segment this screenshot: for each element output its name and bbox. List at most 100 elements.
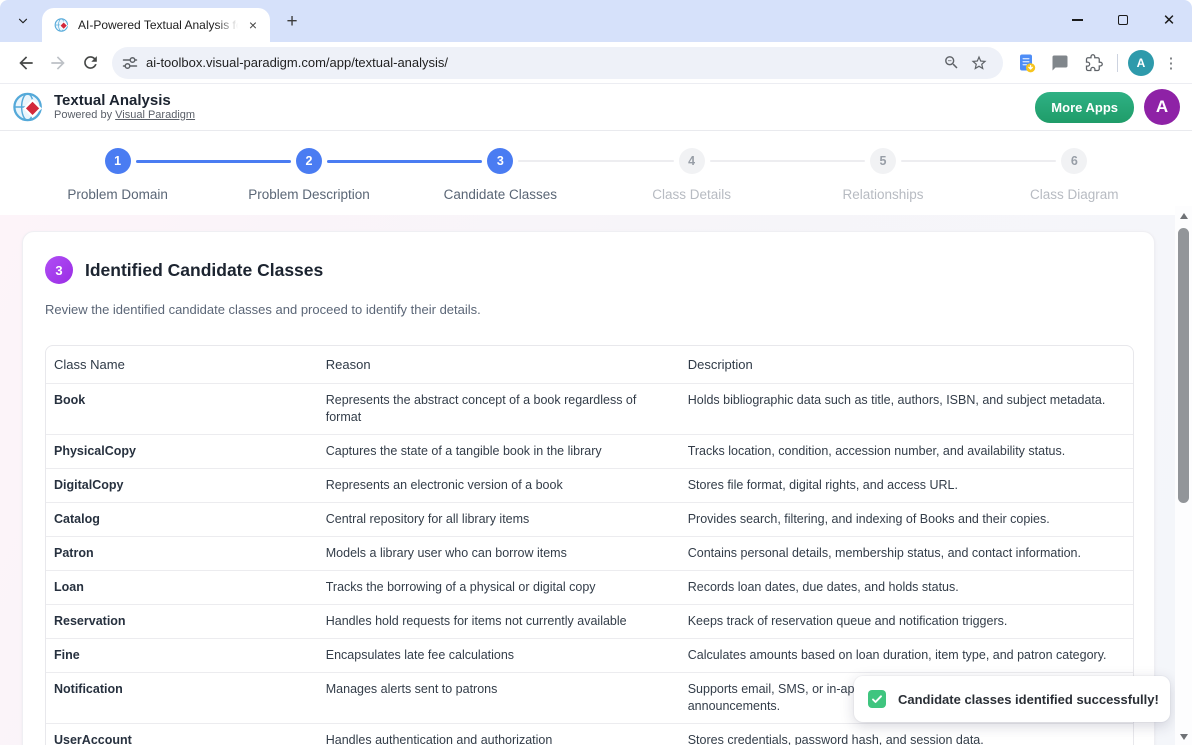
step-relationships[interactable]: 5 Relationships [787,148,978,202]
cell-class-name: Notification [46,673,318,724]
browser-menu-button[interactable]: ⋮ [1158,49,1184,77]
table-row: BookRepresents the abstract concept of a… [46,384,1133,435]
scroll-down-arrow[interactable] [1180,734,1188,740]
url-bar[interactable]: ai-toolbox.visual-paradigm.com/app/textu… [112,47,1003,79]
stepper-section: 1Problem Domain2Problem Description 3 Cand… [0,131,1192,215]
cell-description: Stores credentials, password hash, and s… [680,724,1133,745]
toast-message: Candidate classes identified successfull… [898,692,1159,707]
browser-tab[interactable]: AI-Powered Textual Analysis for × [42,8,270,42]
more-apps-button[interactable]: More Apps [1035,92,1134,123]
cell-reason: Handles hold requests for items not curr… [318,605,680,639]
cell-class-name: Book [46,384,318,435]
minimize-icon [1072,19,1083,20]
docs-extension-button[interactable] [1011,48,1041,78]
table-row: FineEncapsulates late fee calculationsCa… [46,639,1133,673]
column-header-class-name: Class Name [46,346,318,384]
cell-description: Calculates amounts based on loan duratio… [680,639,1133,673]
cell-class-name: UserAccount [46,724,318,745]
browser-toolbar: ai-toolbox.visual-paradigm.com/app/textu… [0,42,1192,84]
user-avatar[interactable]: A [1144,89,1180,125]
cell-reason: Represents an electronic version of a bo… [318,469,680,503]
visual-paradigm-logo-icon [12,90,46,124]
cell-reason: Encapsulates late fee calculations [318,639,680,673]
bookmark-star-button[interactable] [965,49,993,77]
window-close-button[interactable]: ✕ [1146,0,1192,40]
table-row: PatronModels a library user who can borr… [46,537,1133,571]
cell-description: Holds bibliographic data such as title, … [680,384,1133,435]
cell-class-name: PhysicalCopy [46,435,318,469]
tab-close-icon[interactable]: × [244,16,262,34]
extensions-button[interactable] [1079,48,1109,78]
star-icon [970,54,988,72]
back-arrow-icon [16,53,36,73]
cell-class-name: Patron [46,537,318,571]
cell-reason: Models a library user who can borrow ite… [318,537,680,571]
table-row: UserAccountHandles authentication and au… [46,724,1133,745]
site-favicon-icon [54,17,70,33]
cell-description: Tracks location, condition, accession nu… [680,435,1133,469]
scrollbar-thumb[interactable] [1178,228,1189,503]
column-header-description: Description [680,346,1133,384]
cell-reason: Captures the state of a tangible book in… [318,435,680,469]
cell-class-name: Reservation [46,605,318,639]
cell-reason: Tracks the borrowing of a physical or di… [318,571,680,605]
site-settings-icon[interactable] [122,55,138,71]
page-title: Identified Candidate Classes [85,260,323,281]
app-title: Textual Analysis [54,92,195,109]
step-label: Candidate Classes [444,187,557,202]
cell-class-name: Catalog [46,503,318,537]
new-tab-button[interactable]: + [278,8,306,36]
step-circle: 4 [679,148,705,174]
step-circle: 6 [1061,148,1087,174]
tab-title: AI-Powered Textual Analysis for [78,18,238,32]
step-problem-description[interactable]: 2Problem Description [213,148,404,202]
step-class-diagram[interactable]: 6 Class Diagram [979,148,1170,202]
window-maximize-button[interactable] [1100,0,1146,40]
reload-button[interactable] [74,47,106,79]
step-candidate-classes[interactable]: 3 Candidate Classes [405,148,596,202]
cell-description: Stores file format, digital rights, and … [680,469,1133,503]
step-circle: 5 [870,148,896,174]
table-row: DigitalCopyRepresents an electronic vers… [46,469,1133,503]
forward-button[interactable] [42,47,74,79]
step-circle: 2 [296,148,322,174]
step-label: Relationships [842,187,923,202]
back-button[interactable] [10,47,42,79]
table-row: LoanTracks the borrowing of a physical o… [46,571,1133,605]
cell-reason: Represents the abstract concept of a boo… [318,384,680,435]
app-titles: Textual Analysis Powered by Visual Parad… [54,92,195,122]
cell-reason: Central repository for all library items [318,503,680,537]
table-row: CatalogCentral repository for all librar… [46,503,1133,537]
comment-button[interactable] [1045,48,1075,78]
table-header-row: Class Name Reason Description [46,346,1133,384]
cell-description: Provides search, filtering, and indexing… [680,503,1133,537]
success-toast: Candidate classes identified successfull… [854,676,1170,722]
scroll-up-arrow[interactable] [1180,213,1188,219]
app-header: Textual Analysis Powered by Visual Parad… [0,84,1192,131]
comment-icon [1051,54,1069,72]
visual-paradigm-link[interactable]: Visual Paradigm [115,109,195,121]
step-circle: 3 [487,148,513,174]
url-text: ai-toolbox.visual-paradigm.com/app/textu… [146,55,937,70]
stepper: 1Problem Domain2Problem Description 3 Cand… [22,148,1170,202]
close-icon: ✕ [1163,13,1176,28]
browser-profile-avatar[interactable]: A [1128,50,1154,76]
window-controls: ✕ [1054,0,1192,40]
column-header-reason: Reason [318,346,680,384]
step-class-details[interactable]: 4Class Details [596,148,787,202]
browser-tab-strip: AI-Powered Textual Analysis for × + ✕ [0,0,1192,42]
step-label: Problem Domain [67,187,168,202]
docs-extension-icon [1016,53,1036,73]
table-row: PhysicalCopyCaptures the state of a tang… [46,435,1133,469]
cell-reason: Handles authentication and authorization [318,724,680,745]
step-label: Class Diagram [1030,187,1119,202]
table-row: ReservationHandles hold requests for ite… [46,605,1133,639]
tab-search-button[interactable] [8,8,38,34]
cell-reason: Manages alerts sent to patrons [318,673,680,724]
powered-by: Powered by Visual Paradigm [54,109,195,122]
cell-class-name: Fine [46,639,318,673]
window-minimize-button[interactable] [1054,0,1100,40]
step-problem-domain[interactable]: 1Problem Domain [22,148,213,202]
zoom-out-button[interactable] [937,49,965,77]
cell-description: Contains personal details, membership st… [680,537,1133,571]
